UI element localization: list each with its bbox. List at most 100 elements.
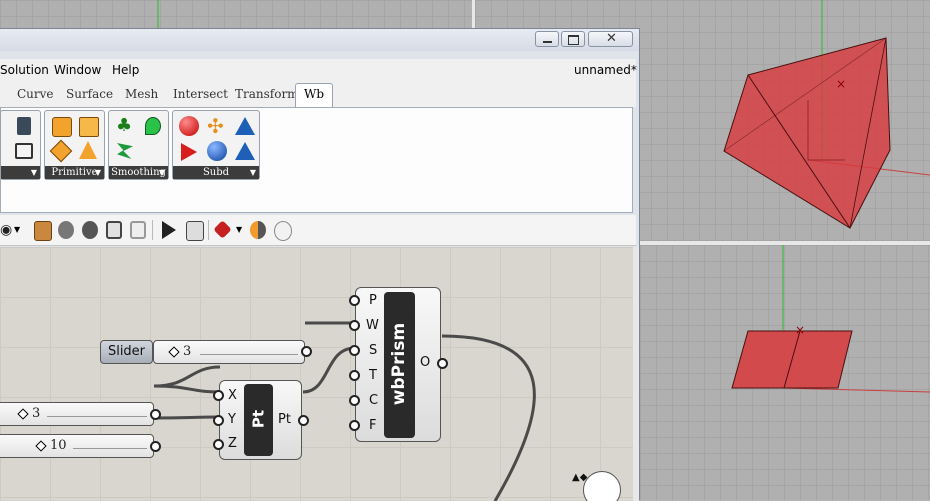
input-grip-y[interactable] (213, 415, 224, 426)
canvas-toolbar: ◉ ▼ ▼ (0, 215, 636, 246)
close-icon: ✕ (606, 31, 617, 46)
input-s: S (369, 343, 378, 358)
construct-point-component[interactable]: Pt X Y Z Pt (219, 380, 302, 460)
input-grip-f[interactable] (349, 420, 360, 431)
output-grip-o[interactable] (437, 358, 448, 369)
component-icon[interactable] (17, 117, 31, 135)
pyramid-icon[interactable] (79, 141, 97, 159)
run-icon[interactable] (162, 221, 176, 239)
component-title: wbPrism (389, 322, 409, 406)
input-grip-s[interactable] (349, 345, 360, 356)
ribbon-group-footer: ▼ (1, 166, 40, 179)
octahedron-icon[interactable] (49, 139, 73, 163)
menu-solution[interactable]: Solution (0, 63, 49, 77)
render-icon[interactable] (274, 221, 292, 241)
chevron-down-icon[interactable]: ▼ (236, 221, 246, 239)
slider-track[interactable] (73, 448, 147, 449)
slider-value: 10 (50, 438, 67, 453)
ribbon-group-footer: Smoothing ▼ (109, 166, 168, 179)
grasshopper-window: ✕ Solution Window Help unnamed* Curve Su… (0, 28, 640, 501)
toolbar-separator (152, 220, 153, 240)
smooth-shape-icon[interactable] (117, 143, 133, 159)
star-icon[interactable]: ✣ (207, 116, 227, 136)
group-label: Subd (202, 167, 230, 178)
drop-icon[interactable] (145, 117, 161, 135)
input-grip-t[interactable] (349, 370, 360, 381)
input-f: F (369, 418, 377, 433)
ribbon-group-footer: Subd ▼ (173, 166, 259, 179)
box-icon[interactable] (34, 221, 52, 241)
clover-icon[interactable]: ♣ (116, 117, 134, 135)
eye-icon[interactable]: ◉ (0, 221, 14, 239)
component-title: Pt (249, 409, 268, 429)
input-grip-w[interactable] (349, 320, 360, 331)
input-y: Y (228, 412, 236, 427)
wbprism-component[interactable]: wbPrism P W S T C F O (355, 287, 441, 442)
number-slider[interactable]: 10 (0, 434, 154, 458)
sphere-red-icon[interactable] (179, 116, 199, 136)
input-p: P (369, 293, 377, 308)
ribbon-group-footer: Primitive ▼ (45, 166, 104, 179)
tab-surface[interactable]: Surface (66, 87, 113, 101)
ribbon-group-smoothing: ♣ Smoothing ▼ (108, 110, 169, 180)
slider-output-grip[interactable] (301, 346, 312, 357)
slider-track[interactable] (200, 354, 298, 355)
document-title: unnamed* (574, 63, 637, 77)
tab-intersect[interactable]: Intersect (173, 87, 228, 101)
grasshopper-canvas[interactable]: Slider 3 3 10 Pt X Y Z Pt wbPrism P W S … (0, 247, 633, 501)
wires (153, 321, 536, 501)
slider-output-grip[interactable] (150, 441, 161, 452)
close-button[interactable]: ✕ (588, 31, 633, 47)
chevron-down-icon[interactable]: ▼ (14, 221, 24, 239)
input-grip-p[interactable] (349, 295, 360, 306)
input-grip-c[interactable] (349, 395, 360, 406)
menu-bar: Solution Window Help unnamed* (0, 59, 637, 81)
slider-handle[interactable] (35, 440, 47, 452)
dodecahedron-icon[interactable] (52, 117, 72, 137)
component-core: Pt (244, 384, 273, 456)
toolbar-separator (208, 220, 209, 240)
canvas-navigation-widget[interactable]: ▲◆ (572, 471, 621, 501)
menu-help[interactable]: Help (112, 63, 139, 77)
number-slider[interactable]: 3 (153, 340, 305, 364)
sphere-preview-icon[interactable] (250, 221, 266, 239)
sphere-blue-icon[interactable] (207, 141, 227, 161)
group-label: Primitive (51, 167, 98, 178)
output-pt: Pt (278, 412, 291, 427)
group-label: Smoothing (111, 167, 166, 178)
output-grip-pt[interactable] (298, 415, 309, 426)
ribbon-group-subd: ✣ Subd ▼ (172, 110, 260, 180)
cube-icon[interactable] (79, 117, 99, 137)
slider-track[interactable] (47, 416, 147, 417)
maximize-button[interactable] (561, 31, 585, 47)
disabled-icon[interactable] (130, 221, 146, 239)
lock-icon[interactable] (186, 221, 204, 241)
svg-text:×: × (836, 77, 846, 91)
component-icon[interactable] (15, 143, 33, 159)
tab-curve[interactable]: Curve (17, 87, 54, 101)
vertical-scrollbar[interactable] (633, 247, 639, 501)
number-slider[interactable]: 3 (0, 402, 154, 426)
bake-icon[interactable] (213, 220, 232, 239)
minimize-icon (543, 41, 552, 43)
component-core: wbPrism (384, 292, 415, 438)
tetra-blue-icon[interactable] (235, 142, 255, 160)
minimize-button[interactable] (535, 31, 559, 47)
tab-wb[interactable]: Wb (295, 83, 333, 107)
slider-output-grip[interactable] (150, 409, 161, 420)
slider-handle[interactable] (168, 346, 180, 358)
tetra-blue-icon[interactable] (235, 117, 255, 135)
input-grip-x[interactable] (213, 390, 224, 401)
play-red-icon[interactable] (181, 143, 197, 161)
slider-handle[interactable] (17, 408, 29, 420)
tab-transform[interactable]: Transform (235, 87, 299, 101)
slider-label[interactable]: Slider (100, 340, 153, 364)
preview-wire-icon[interactable] (82, 221, 98, 239)
input-grip-z[interactable] (213, 439, 224, 450)
menu-window[interactable]: Window (54, 63, 101, 77)
hidden-icon[interactable] (106, 221, 122, 239)
prism-front: × (731, 323, 853, 389)
tab-mesh[interactable]: Mesh (125, 87, 158, 101)
preview-icon[interactable] (58, 221, 74, 239)
maximize-icon (568, 35, 579, 45)
